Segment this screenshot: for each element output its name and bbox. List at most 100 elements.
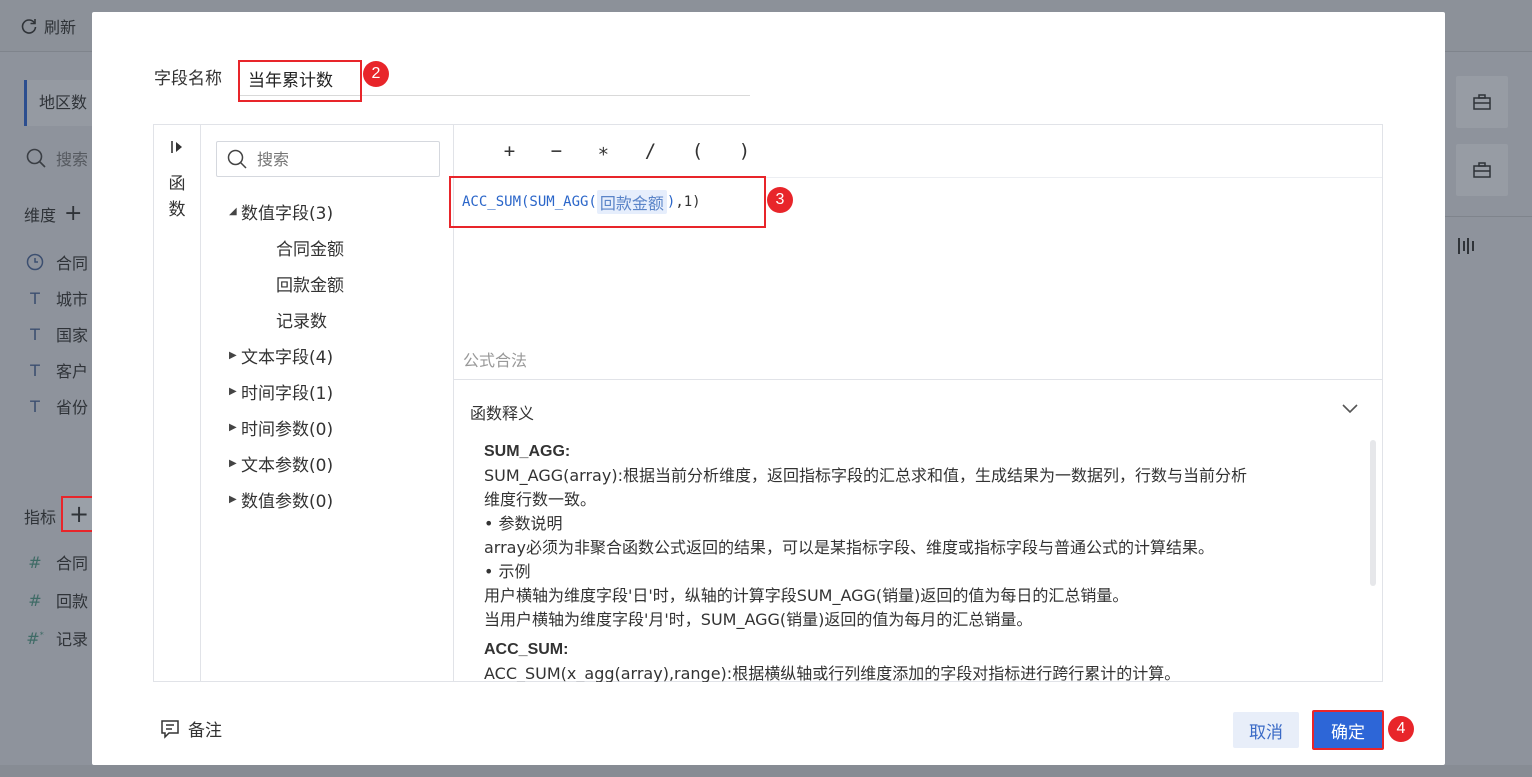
doc-function-heading: ACC_SUM:: [484, 641, 569, 658]
add-metric-button[interactable]: +: [61, 496, 95, 532]
operator-plus-button[interactable]: +: [486, 140, 533, 162]
tree-group-time-param[interactable]: ▶ 时间参数(0): [229, 415, 333, 440]
formula-area: + − ∗ / ( ) ACC_SUM(SUM_AGG( 回款金额 ) ,1) …: [449, 125, 1382, 682]
field-tree-panel: ◢ 数值字段(3) 合同金额 回款金额 记录数 ▶ 文本字段(4) ▶ 时间字段…: [201, 125, 454, 681]
dimension-item[interactable]: 合同: [26, 250, 88, 274]
toolbox-button[interactable]: [1456, 144, 1508, 196]
formula-prefix: ACC_SUM(SUM_AGG(: [462, 194, 597, 210]
dimension-item[interactable]: T 客户: [26, 358, 88, 382]
caret-right-icon: ▶: [229, 494, 237, 505]
tree-search-input[interactable]: [257, 149, 427, 169]
formula-status: 公式合法: [463, 351, 528, 370]
caret-right-icon: ▶: [229, 458, 237, 469]
tree-group-numeric[interactable]: ◢ 数值字段(3): [229, 199, 333, 224]
function-tab-label: 函数: [168, 174, 186, 220]
formula-field-token[interactable]: 回款金额: [596, 190, 667, 214]
dimension-label: 维度: [24, 206, 57, 225]
background-footer: [0, 765, 1532, 777]
chevron-down-icon[interactable]: [1340, 398, 1360, 418]
dimension-item[interactable]: T 国家: [26, 322, 88, 346]
chart-type-icon[interactable]: [1456, 236, 1476, 260]
tree-field-item[interactable]: 合同金额: [276, 235, 344, 260]
dimension-item[interactable]: T 省份: [26, 394, 88, 418]
plus-icon: +: [69, 500, 90, 528]
function-doc-panel: 函数释义 SUM_AGG: SUM_AGG(array):根据当前分析维度，返回指…: [454, 379, 1382, 682]
operator-right-paren-button[interactable]: ): [721, 140, 768, 162]
calculated-field-dialog: 字段名称 当年累计数 2 函数 ◢ 数值字段(3) 合同金额 回款金额 记录数 …: [92, 12, 1445, 765]
add-dimension-icon[interactable]: +: [64, 203, 82, 225]
doc-function-heading: SUM_AGG:: [484, 443, 571, 460]
operator-divide-button[interactable]: /: [627, 140, 674, 162]
metric-item-label: 记录: [56, 630, 89, 649]
doc-line: array必须为非聚合函数公式返回的结果，可以是某指标字段、维度或指标字段与普通…: [484, 538, 1214, 557]
confirm-button[interactable]: 确定: [1312, 710, 1384, 750]
refresh-button[interactable]: 刷新: [20, 14, 76, 38]
tree-group-label: 文本参数(0): [241, 456, 334, 476]
function-panel-toggle[interactable]: 函数: [154, 125, 201, 681]
field-name-row: 字段名称 当年累计数: [154, 60, 750, 102]
step-badge-3: 3: [767, 187, 793, 213]
metric-item[interactable]: # 合同: [26, 550, 88, 574]
refresh-label: 刷新: [44, 18, 77, 37]
metric-section-header: 指标: [24, 504, 56, 528]
metric-item-label: 合同: [56, 554, 89, 573]
dimension-item-label: 省份: [56, 398, 89, 417]
background-search-placeholder: 搜索: [56, 150, 89, 169]
dimension-item-label: 城市: [56, 290, 89, 309]
operator-minus-button[interactable]: −: [533, 140, 580, 162]
note-button[interactable]: 备注: [160, 716, 222, 741]
background-search[interactable]: 搜索: [26, 146, 88, 170]
caret-down-icon: ◢: [229, 206, 237, 217]
metric-label: 指标: [24, 508, 57, 527]
cancel-button[interactable]: 取消: [1233, 712, 1299, 748]
tree-group-text[interactable]: ▶ 文本字段(4): [229, 343, 333, 368]
doc-line: • 参数说明: [484, 514, 563, 533]
calculated-number-icon: #*: [26, 628, 44, 648]
step-badge-2: 2: [363, 61, 389, 87]
formula-input[interactable]: ACC_SUM(SUM_AGG( 回款金额 ) ,1): [449, 176, 766, 228]
doc-line: ACC_SUM(x_agg(array),range):根据横纵轴或行列维度添加…: [484, 664, 1181, 682]
function-doc-header: 函数释义: [470, 404, 535, 423]
tree-field-item[interactable]: 回款金额: [276, 271, 344, 296]
operator-multiply-button[interactable]: ∗: [580, 140, 627, 162]
formula-editor: 函数 ◢ 数值字段(3) 合同金额 回款金额 记录数 ▶ 文本字段(4) ▶ 时…: [153, 124, 1383, 682]
function-doc-body: SUM_AGG: SUM_AGG(array):根据当前分析维度，返回指标字段的汇…: [484, 440, 1344, 682]
tree-field-item[interactable]: 记录数: [276, 307, 327, 332]
tree-group-numeric-param[interactable]: ▶ 数值参数(0): [229, 487, 333, 512]
doc-line: SUM_AGG(array):根据当前分析维度，返回指标字段的汇总求和值，生成结…: [484, 466, 1247, 485]
metric-item[interactable]: # 回款: [26, 588, 88, 612]
doc-scrollbar[interactable]: [1370, 440, 1376, 586]
search-icon: [26, 148, 46, 168]
tree-group-text-param[interactable]: ▶ 文本参数(0): [229, 451, 333, 476]
step-badge-4: 4: [1388, 716, 1414, 742]
text-type-icon: T: [30, 396, 40, 416]
formula-close-paren: ): [666, 194, 676, 210]
metric-item[interactable]: #* 记录: [26, 626, 88, 650]
number-type-icon: #: [28, 590, 42, 610]
field-name-input[interactable]: 当年累计数: [238, 60, 362, 102]
tree-group-label: 文本字段(4): [241, 348, 334, 368]
clock-icon: [26, 253, 44, 271]
tree-group-time[interactable]: ▶ 时间字段(1): [229, 379, 333, 404]
dataset-tab[interactable]: 地区数: [24, 80, 92, 126]
note-icon: [161, 719, 179, 739]
tree-group-label: 时间字段(1): [241, 384, 334, 404]
tree-group-label: 数值字段(3): [241, 204, 334, 224]
dimension-item-label: 国家: [56, 326, 89, 345]
toolbox-button[interactable]: [1456, 76, 1508, 128]
formula-suffix: ,1): [675, 194, 701, 210]
doc-line: 维度行数一致。: [484, 490, 597, 509]
dimension-item-label: 合同: [56, 254, 89, 273]
tree-search-box[interactable]: [216, 141, 440, 177]
toolbox-icon: [1473, 94, 1491, 110]
refresh-icon: [21, 19, 37, 34]
search-icon: [227, 149, 247, 169]
text-type-icon: T: [30, 324, 40, 344]
dimension-item[interactable]: T 城市: [26, 286, 88, 310]
toolbox-icon: [1473, 162, 1491, 178]
doc-line: 用户横轴为维度字段'日'时，纵轴的计算字段SUM_AGG(销量)返回的值为每日的…: [484, 586, 1129, 605]
divider: [1445, 216, 1532, 217]
note-label: 备注: [188, 721, 222, 741]
doc-line: • 示例: [484, 562, 531, 581]
operator-left-paren-button[interactable]: (: [674, 140, 721, 162]
